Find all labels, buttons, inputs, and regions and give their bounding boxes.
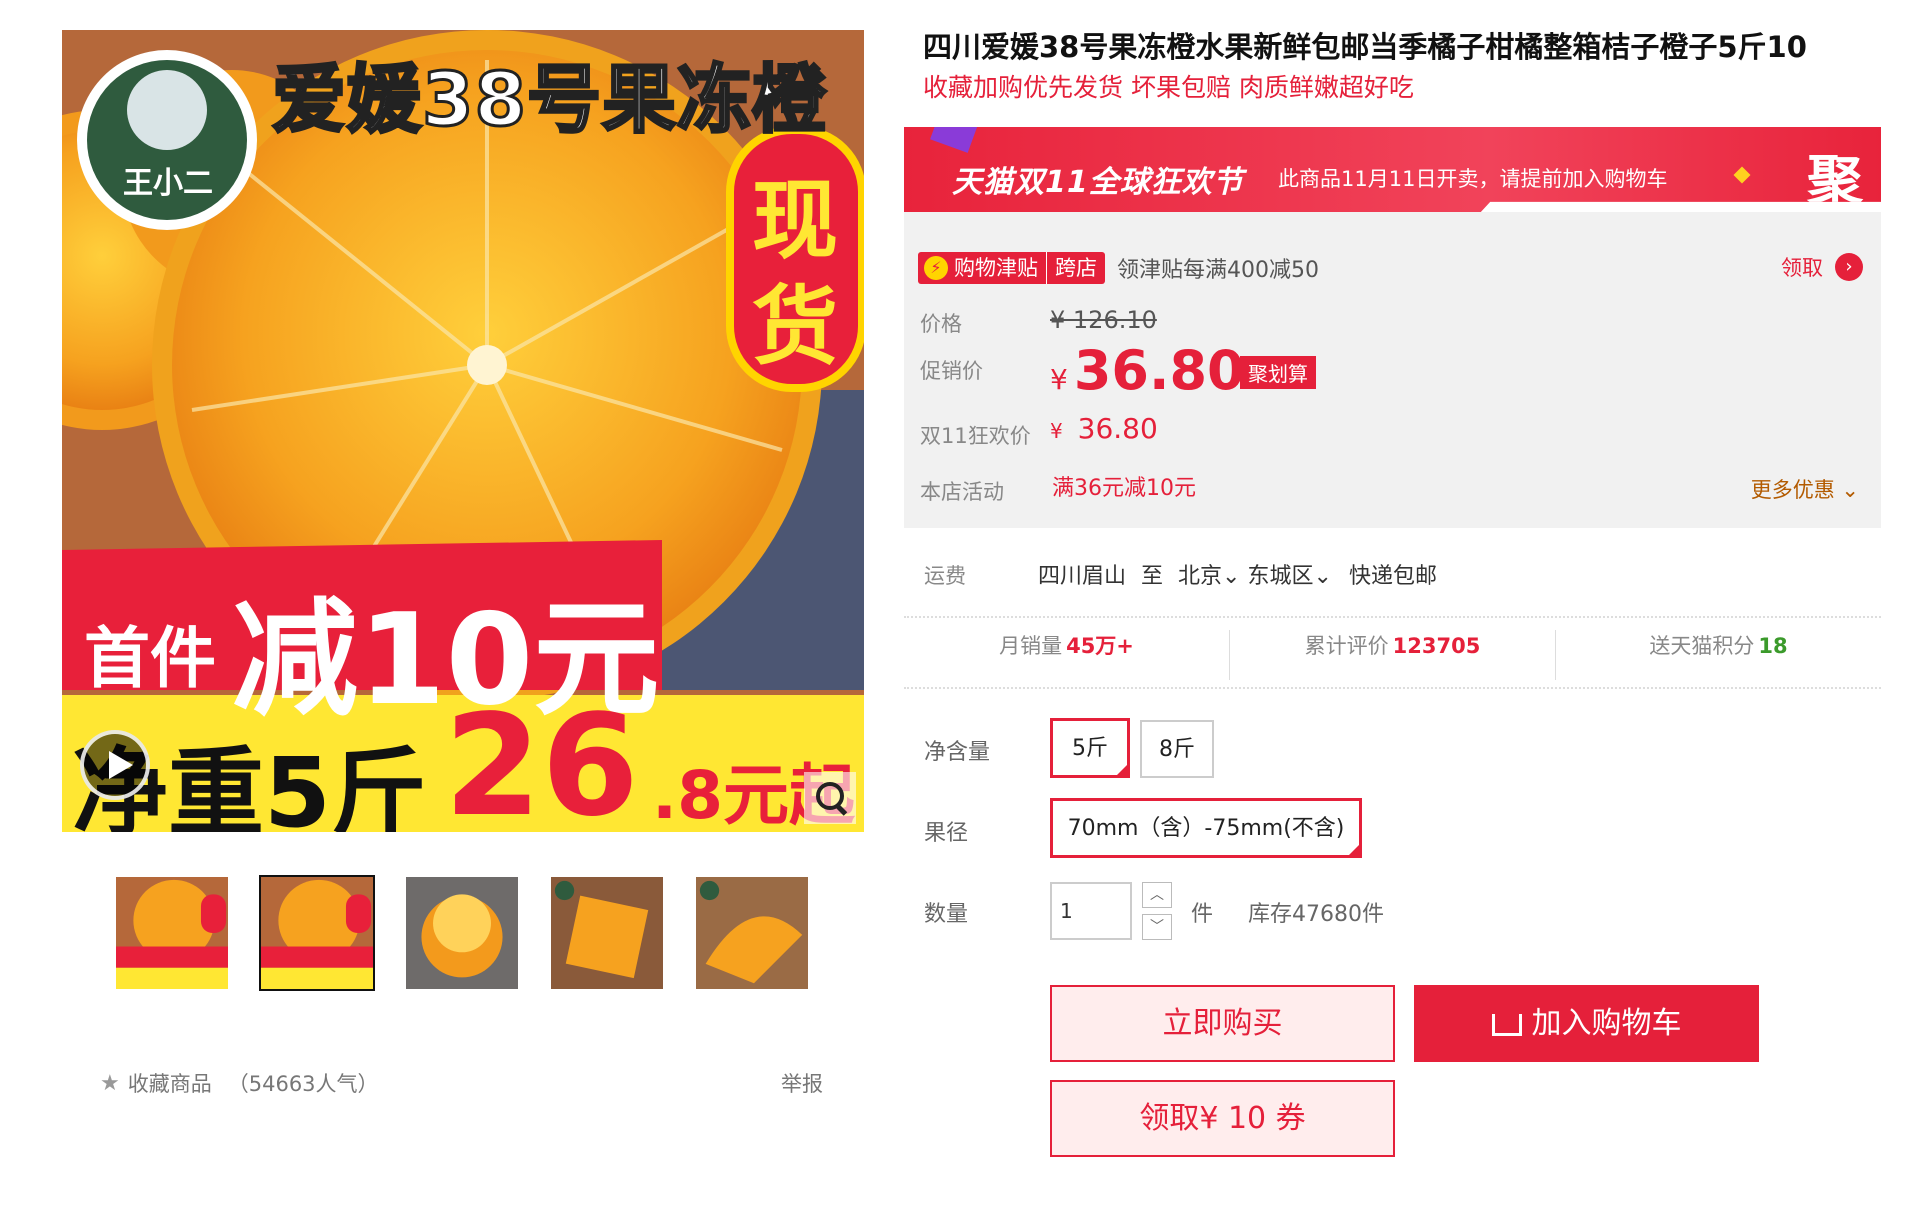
quantity-unit: 件 [1191, 902, 1214, 927]
diameter-label: 果径 [924, 821, 969, 846]
district-label: 东城区 [1247, 564, 1314, 589]
thumbnail-4[interactable] [549, 875, 665, 991]
reviews-value: 123705 [1392, 634, 1481, 658]
double11-price: ¥ 36.80 [1050, 412, 1158, 445]
add-to-cart-button[interactable]: 加入购物车 [1414, 985, 1759, 1062]
promo-price-label: 促销价 [920, 359, 983, 383]
option-8jin[interactable]: 8斤 [1140, 720, 1214, 778]
coupon-row: ⚡ 购物津贴 跨店 领津贴每满400减50 [918, 252, 1319, 284]
buy-now-button[interactable]: 立即购买 [1050, 985, 1395, 1062]
divider [904, 687, 1881, 689]
claim-allowance-link[interactable]: 领取 › [1781, 252, 1863, 282]
coupon-description: 领津贴每满400减50 [1117, 258, 1319, 283]
banner-ju: 聚 [1807, 150, 1863, 215]
favorite-product[interactable]: ★ 收藏商品 （54663人气） [100, 1068, 379, 1098]
favorite-label: 收藏商品 [127, 1072, 212, 1096]
play-video-icon[interactable] [80, 730, 150, 800]
thumbnail-1[interactable] [114, 875, 230, 991]
monthly-sales-value: 45万+ [1066, 634, 1134, 658]
monthly-sales-label: 月销量 [999, 634, 1063, 658]
stock-count: 库存47680件 [1248, 902, 1384, 927]
option-diameter[interactable]: 70mm（含）-75mm(不含) [1050, 798, 1362, 858]
ship-district-select[interactable]: 东城区⌄ [1247, 564, 1331, 589]
more-offers-label: 更多优惠 [1750, 478, 1835, 502]
report-link[interactable]: 举报 [781, 1068, 823, 1098]
chevron-down-icon: ⌄ [1313, 564, 1332, 589]
double11-banner: 天猫双11全球狂欢节 此商品11月11日开卖，请提前加入购物车 聚 [904, 127, 1881, 223]
original-price-label: 价格 [920, 312, 962, 336]
quantity-label: 数量 [924, 902, 969, 927]
promo-prefix: 首件 [84, 620, 216, 697]
points-value: 18 [1758, 634, 1788, 658]
favorite-popularity: （54663人气） [227, 1072, 379, 1096]
product-title: 四川爱媛38号果冻橙水果新鲜包邮当季橘子柑橘整箱桔子橙子5斤10 [923, 30, 1807, 64]
total-reviews[interactable]: 累计评价 123705 [1230, 630, 1556, 680]
shipping-route: 四川眉山 至 北京⌄ 东城区⌄ 快递包邮 [1038, 558, 1437, 590]
main-product-image[interactable]: 王小二 爱媛38号果冻橙 现 货 首件 减10元 净重5斤 26 .8元起 [62, 30, 864, 832]
diamond-icon [1733, 166, 1751, 184]
currency-symbol-d11: ¥ [1050, 419, 1063, 443]
thumbnail-2[interactable] [259, 875, 375, 991]
quantity-increase[interactable]: ︿ [1142, 882, 1172, 908]
ship-to-word: 至 [1141, 564, 1164, 589]
double11-price-value: 36.80 [1077, 412, 1158, 445]
product-subtitle: 收藏加购优先发货 坏果包赔 肉质鲜嫩超好吃 [923, 73, 1414, 102]
chevron-down-icon: ⌄ [1222, 564, 1241, 589]
option-5jin[interactable]: 5斤 [1050, 718, 1130, 778]
bolt-icon: ⚡ [924, 256, 948, 280]
thumbnail-5[interactable] [694, 875, 810, 991]
thumbnail-strip [114, 875, 810, 991]
promo-price-main: 26 [444, 685, 639, 832]
image-headline: 爱媛38号果冻橙 [271, 56, 828, 145]
quantity-decrease[interactable]: ﹀ [1142, 914, 1172, 940]
allowance-tag-text: 购物津贴 [954, 256, 1038, 280]
cart-icon [1491, 1014, 1522, 1036]
star-icon: ★ [100, 1070, 120, 1096]
price-panel: ⚡ 购物津贴 跨店 领津贴每满400减50 领取 › 价格 ¥ 126.10 促… [904, 212, 1881, 528]
original-price: ¥ 126.10 [1050, 306, 1157, 334]
chevron-down-icon: ⌄ [1841, 478, 1859, 502]
brand-logo-text: 王小二 [123, 166, 213, 201]
promo-price-value: 36.80 [1073, 339, 1245, 402]
promo-price: ¥ 36.80 [1050, 339, 1245, 402]
shop-activity: 满36元减10元 [1052, 476, 1196, 501]
shop-activity-label: 本店活动 [920, 480, 1004, 504]
shopping-allowance-tag: ⚡ 购物津贴 [918, 252, 1046, 284]
quantity-input[interactable]: 1 [1050, 882, 1132, 940]
chevron-right-icon: › [1835, 253, 1863, 281]
banner-title: 天猫双11全球狂欢节 [952, 165, 1244, 200]
juhuasuan-badge: 聚划算 [1240, 356, 1316, 389]
divider [904, 616, 1881, 618]
more-offers-dropdown[interactable]: 更多优惠 ⌄ [1751, 474, 1859, 504]
net-weight-label: 净含量 [924, 740, 991, 765]
claim-label: 领取 [1781, 256, 1823, 280]
claim-coupon-button[interactable]: 领取¥ 10 券 [1050, 1080, 1395, 1157]
city-label: 北京 [1178, 564, 1223, 589]
ship-from: 四川眉山 [1038, 564, 1127, 589]
add-to-cart-label: 加入购物车 [1531, 1006, 1682, 1041]
points-label: 送天猫积分 [1649, 634, 1755, 658]
shipping-label: 运费 [924, 564, 966, 588]
tmall-points: 送天猫积分 18 [1556, 630, 1881, 680]
reviews-label: 累计评价 [1304, 634, 1389, 658]
thumbnail-3[interactable] [404, 875, 520, 991]
product-stats: 月销量 45万+ 累计评价 123705 送天猫积分 18 [904, 630, 1881, 680]
ship-method: 快递包邮 [1348, 564, 1437, 589]
zoom-icon[interactable] [804, 772, 856, 824]
double11-price-label: 双11狂欢价 [920, 424, 1031, 448]
ship-city-select[interactable]: 北京⌄ [1178, 564, 1240, 589]
banner-note: 此商品11月11日开卖，请提前加入购物车 [1278, 167, 1668, 191]
monthly-sales: 月销量 45万+ [904, 630, 1230, 680]
stock-badge-bottom: 货 [752, 277, 838, 377]
cross-store-tag: 跨店 [1046, 252, 1105, 284]
currency-symbol: ¥ [1050, 363, 1068, 396]
